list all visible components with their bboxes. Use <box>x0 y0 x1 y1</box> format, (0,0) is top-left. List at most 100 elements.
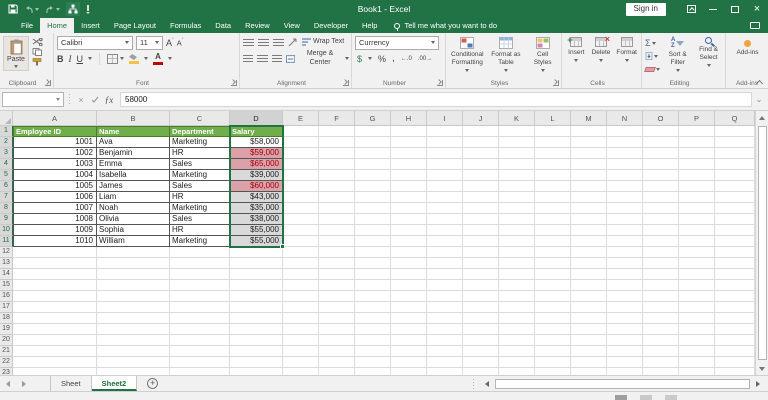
cell-Q19[interactable] <box>715 324 755 335</box>
clear-button[interactable] <box>644 63 661 75</box>
cell-N7[interactable] <box>607 192 643 203</box>
col-header-J[interactable]: J <box>463 111 499 126</box>
format-cells-button[interactable]: Format <box>614 36 639 77</box>
cell-D13[interactable] <box>230 258 283 269</box>
align-right-icon[interactable] <box>271 54 282 63</box>
styles-dialog-launcher-icon[interactable] <box>553 80 559 86</box>
col-header-M[interactable]: M <box>571 111 607 126</box>
cell-M20[interactable] <box>571 335 607 346</box>
cell-H18[interactable] <box>391 313 427 324</box>
new-sheet-button[interactable]: + <box>147 378 159 389</box>
cell-P19[interactable] <box>679 324 715 335</box>
row-header-22[interactable]: 22 <box>0 357 13 368</box>
underline-button[interactable]: U <box>77 54 84 64</box>
cell-I11[interactable] <box>427 236 463 247</box>
row-header-19[interactable]: 19 <box>0 324 13 335</box>
cell-K22[interactable] <box>499 357 535 368</box>
cell-D17[interactable] <box>230 302 283 313</box>
cell-G11[interactable] <box>355 236 391 247</box>
cell-A9[interactable]: 1008 <box>13 214 97 225</box>
cell-K17[interactable] <box>499 302 535 313</box>
cell-I22[interactable] <box>427 357 463 368</box>
format-painter-icon[interactable] <box>32 58 43 66</box>
cell-A5[interactable]: 1004 <box>13 170 97 181</box>
cell-G5[interactable] <box>355 170 391 181</box>
scroll-right-icon[interactable] <box>752 378 764 390</box>
cell-B3[interactable]: Benjamin <box>97 148 170 159</box>
cell-E17[interactable] <box>283 302 319 313</box>
sheet-tab-sheet2[interactable]: Sheet2 <box>91 376 138 391</box>
col-header-P[interactable]: P <box>679 111 715 126</box>
cell-I4[interactable] <box>427 159 463 170</box>
cell-M14[interactable] <box>571 269 607 280</box>
cell-Q8[interactable] <box>715 203 755 214</box>
cell-N5[interactable] <box>607 170 643 181</box>
cell-F17[interactable] <box>319 302 355 313</box>
cell-J3[interactable] <box>463 148 499 159</box>
cell-P23[interactable] <box>679 368 715 375</box>
col-header-D[interactable]: D <box>230 111 283 126</box>
cell-Q6[interactable] <box>715 181 755 192</box>
cell-D22[interactable] <box>230 357 283 368</box>
cell-F18[interactable] <box>319 313 355 324</box>
orientation-icon[interactable] <box>288 38 298 47</box>
cell-K7[interactable] <box>499 192 535 203</box>
cell-I15[interactable] <box>427 280 463 291</box>
cell-L7[interactable] <box>535 192 571 203</box>
cell-O18[interactable] <box>643 313 679 324</box>
cell-B10[interactable]: Sophia <box>97 225 170 236</box>
cell-K13[interactable] <box>499 258 535 269</box>
cell-G17[interactable] <box>355 302 391 313</box>
alignment-dialog-launcher-icon[interactable] <box>343 80 349 86</box>
cell-G19[interactable] <box>355 324 391 335</box>
cell-K19[interactable] <box>499 324 535 335</box>
col-header-N[interactable]: N <box>607 111 643 126</box>
cell-Q11[interactable] <box>715 236 755 247</box>
cell-K14[interactable] <box>499 269 535 280</box>
cell-B9[interactable]: Olivia <box>97 214 170 225</box>
row-header-6[interactable]: 6 <box>0 181 13 192</box>
cell-N1[interactable] <box>607 126 643 137</box>
cell-B13[interactable] <box>97 258 170 269</box>
cell-J13[interactable] <box>463 258 499 269</box>
tell-me-box[interactable]: Tell me what you want to do <box>384 18 497 33</box>
cell-L3[interactable] <box>535 148 571 159</box>
cell-L23[interactable] <box>535 368 571 375</box>
cell-H5[interactable] <box>391 170 427 181</box>
cell-E14[interactable] <box>283 269 319 280</box>
cell-P9[interactable] <box>679 214 715 225</box>
cell-F23[interactable] <box>319 368 355 375</box>
cell-O4[interactable] <box>643 159 679 170</box>
row-header-3[interactable]: 3 <box>0 148 13 159</box>
cell-C3[interactable]: HR <box>170 148 230 159</box>
cell-L6[interactable] <box>535 181 571 192</box>
cell-D6[interactable]: $60,000 <box>230 181 283 192</box>
cell-L8[interactable] <box>535 203 571 214</box>
cell-F2[interactable] <box>319 137 355 148</box>
cell-I14[interactable] <box>427 269 463 280</box>
cell-M22[interactable] <box>571 357 607 368</box>
col-header-C[interactable]: C <box>170 111 230 126</box>
cell-B17[interactable] <box>97 302 170 313</box>
cell-A13[interactable] <box>13 258 97 269</box>
col-header-B[interactable]: B <box>97 111 170 126</box>
cell-O8[interactable] <box>643 203 679 214</box>
cell-E10[interactable] <box>283 225 319 236</box>
cell-M19[interactable] <box>571 324 607 335</box>
cell-Q3[interactable] <box>715 148 755 159</box>
cell-B22[interactable] <box>97 357 170 368</box>
view-page-break-button[interactable] <box>665 395 677 400</box>
cell-N10[interactable] <box>607 225 643 236</box>
cell-A7[interactable]: 1006 <box>13 192 97 203</box>
cell-N23[interactable] <box>607 368 643 375</box>
cell-Q5[interactable] <box>715 170 755 181</box>
row-header-15[interactable]: 15 <box>0 280 13 291</box>
tab-page-layout[interactable]: Page Layout <box>107 18 163 33</box>
cell-J12[interactable] <box>463 247 499 258</box>
align-center-icon[interactable] <box>257 54 268 63</box>
cell-O6[interactable] <box>643 181 679 192</box>
cell-Q1[interactable] <box>715 126 755 137</box>
redo-icon[interactable] <box>45 5 60 14</box>
cell-G22[interactable] <box>355 357 391 368</box>
cell-B18[interactable] <box>97 313 170 324</box>
